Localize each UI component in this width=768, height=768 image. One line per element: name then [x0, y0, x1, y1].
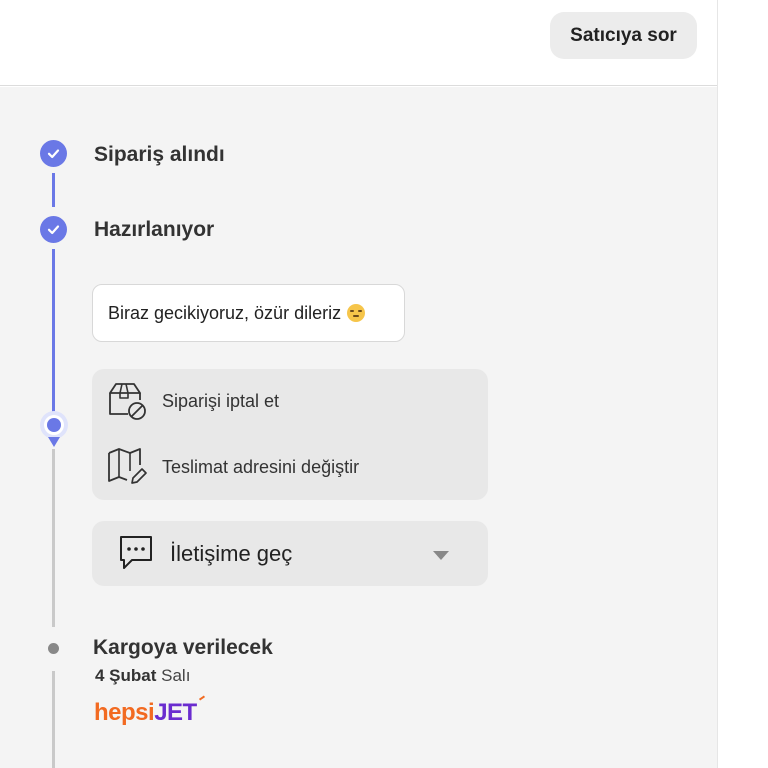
ask-seller-button[interactable]: Satıcıya sor	[550, 12, 697, 59]
shipping-weekday: Salı	[161, 666, 191, 685]
right-gutter	[717, 0, 768, 768]
change-address-label: Teslimat adresini değiştir	[162, 456, 360, 477]
box-cancel-icon	[109, 383, 146, 420]
shipping-date-value: 4 Şubat	[95, 666, 157, 685]
sad-face-emoji-icon	[347, 304, 366, 322]
check-icon	[40, 140, 67, 167]
delay-message-text: Biraz gecikiyoruz, özür dileriz	[108, 302, 342, 323]
change-address-button[interactable]: Teslimat adresini değiştir	[106, 447, 359, 487]
top-bar: Satıcıya sor	[0, 0, 717, 86]
step-title-to-be-shipped: Kargoya verilecek	[93, 636, 273, 659]
carrier-logo: hepsiJET	[94, 695, 205, 727]
order-actions-panel: Siparişi iptal et Teslimat adresini deği…	[92, 369, 488, 500]
shipping-date: 4 Şubat Salı	[95, 666, 190, 686]
order-timeline: Sipariş alındı Hazırlanıyor Biraz geciki…	[0, 87, 717, 768]
check-icon	[40, 216, 67, 243]
order-tracking-page: Satıcıya sor Sipariş alındı Hazırlanıyor…	[0, 0, 768, 768]
timeline-line-pending	[52, 449, 55, 627]
timeline-line-done	[52, 173, 55, 207]
timeline-line-pending	[52, 671, 55, 768]
chat-bubble-icon	[120, 536, 152, 569]
pending-step-dot	[48, 643, 59, 654]
cancel-order-label: Siparişi iptal et	[162, 390, 280, 411]
current-location-pin-icon	[40, 411, 68, 447]
chevron-down-icon	[433, 551, 449, 560]
step-title-preparing: Hazırlanıyor	[94, 218, 215, 241]
timeline-line-done	[52, 249, 55, 419]
map-edit-icon	[108, 448, 147, 484]
step-title-order-received: Sipariş alındı	[94, 143, 225, 166]
cancel-order-button[interactable]: Siparişi iptal et	[106, 381, 279, 421]
delay-message: Biraz gecikiyoruz, özür dileriz	[92, 284, 405, 342]
contact-label: İletişime geç	[170, 541, 293, 566]
contact-dropdown[interactable]: İletişime geç	[92, 521, 488, 586]
